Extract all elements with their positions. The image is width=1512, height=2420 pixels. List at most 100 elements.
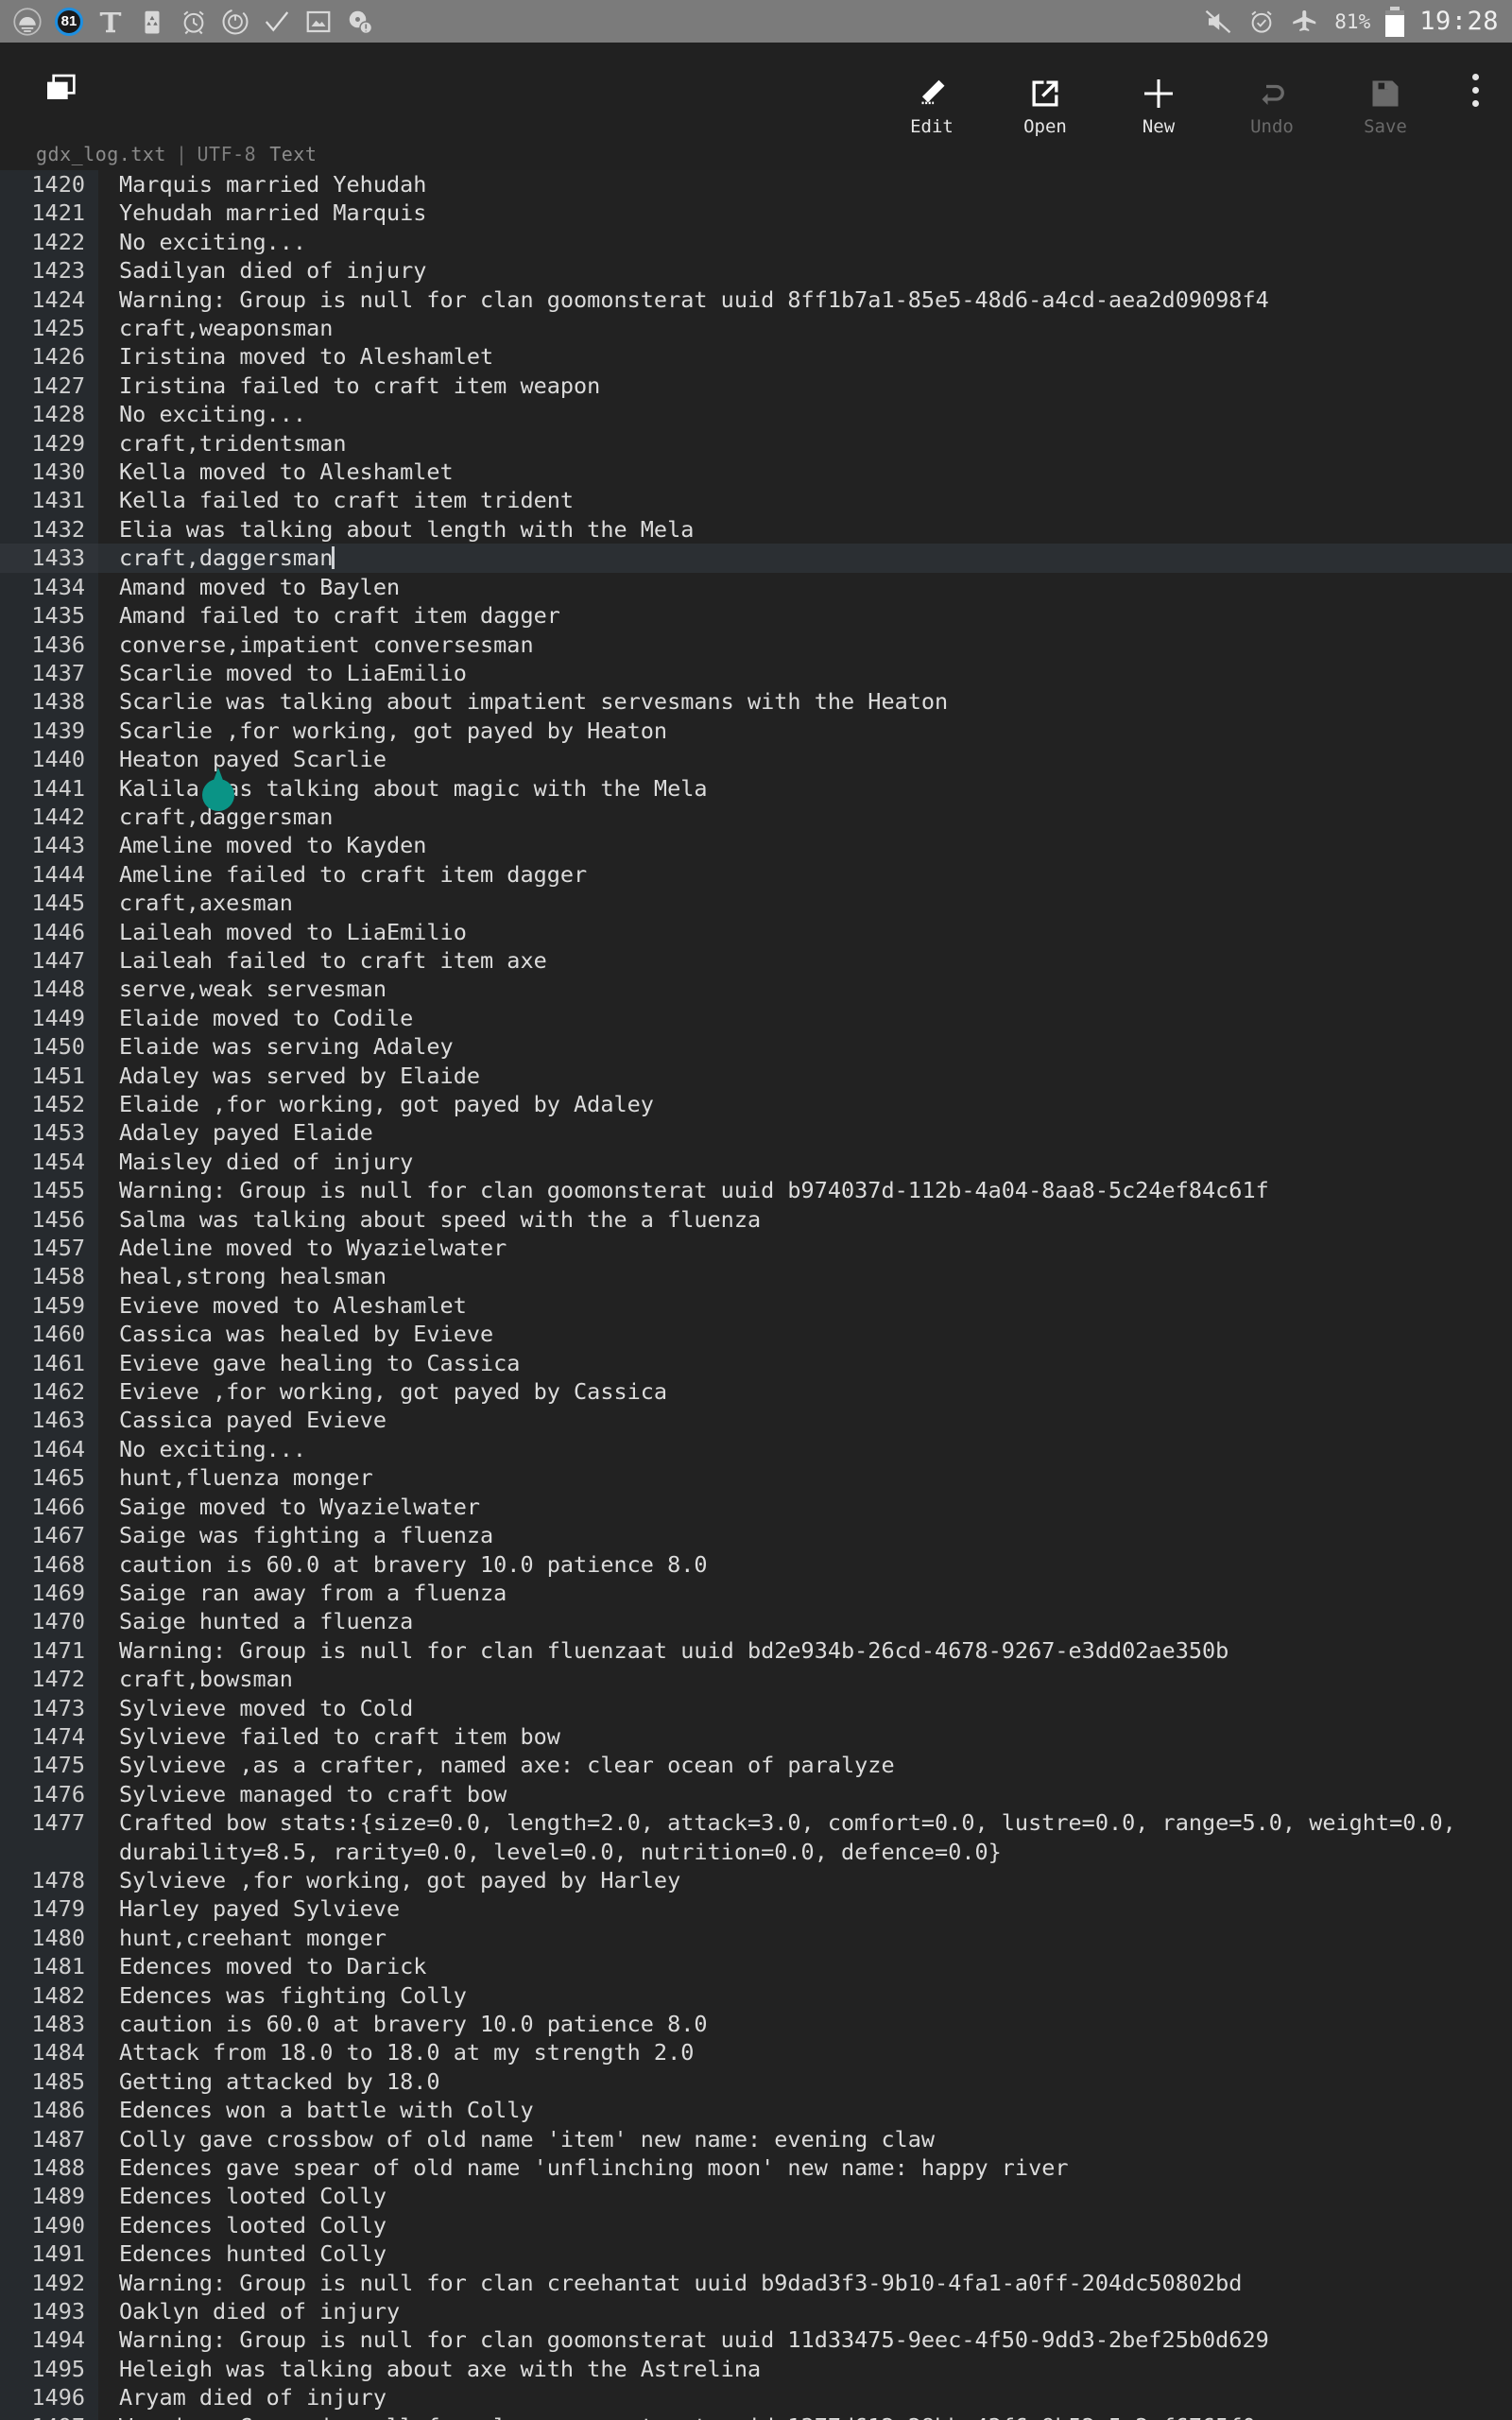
- edit-button[interactable]: Edit: [875, 69, 988, 137]
- editor-line-row[interactable]: 1475 Sylvieve ,as a crafter, named axe: c…: [0, 1751, 1512, 1780]
- line-text[interactable]: Iristina moved to Aleshamlet: [98, 342, 1512, 371]
- editor-line-row[interactable]: 1422 No exciting...: [0, 227, 1512, 257]
- line-text[interactable]: No exciting...: [98, 1435, 1512, 1463]
- line-text[interactable]: craft,daggersman: [98, 544, 1512, 573]
- line-text[interactable]: Iristina failed to craft item weapon: [98, 372, 1512, 400]
- line-text[interactable]: Sylvieve ,as a crafter, named axe: clear…: [98, 1751, 1512, 1779]
- line-text[interactable]: Amand moved to Baylen: [98, 573, 1512, 601]
- editor-line-row[interactable]: 1426 Iristina moved to Aleshamlet: [0, 342, 1512, 372]
- line-text[interactable]: Warning: Group is null for clan fluenzaa…: [98, 1636, 1512, 1665]
- line-text[interactable]: Warning: Group is null for clan goomonst…: [98, 2325, 1512, 2354]
- line-text[interactable]: Saige was fighting a fluenza: [98, 1521, 1512, 1549]
- editor-line-row[interactable]: 1471 Warning: Group is null for clan flue…: [0, 1635, 1512, 1666]
- editor-line-row[interactable]: 1454 Maisley died of injury: [0, 1147, 1512, 1177]
- editor-line-row[interactable]: 1451 Adaley was served by Elaide: [0, 1061, 1512, 1090]
- line-text[interactable]: craft,tridentsman: [98, 429, 1512, 458]
- line-text[interactable]: Ameline failed to craft item dagger: [98, 860, 1512, 889]
- line-text[interactable]: caution is 60.0 at bravery 10.0 patience…: [98, 1550, 1512, 1579]
- editor-line-row[interactable]: 1421 Yehudah married Marquis: [0, 199, 1512, 228]
- line-text[interactable]: Scarlie moved to LiaEmilio: [98, 659, 1512, 687]
- editor-line-row[interactable]: 1449 Elaide moved to Codile: [0, 1003, 1512, 1033]
- line-text[interactable]: Colly gave crossbow of old name 'item' n…: [98, 2125, 1512, 2153]
- editor-line-row[interactable]: 1477 Crafted bow stats:{size=0.0, length=…: [0, 1808, 1512, 1866]
- line-text[interactable]: Crafted bow stats:{size=0.0, length=2.0,…: [98, 1808, 1512, 1866]
- editor-line-row[interactable]: 1465 hunt,fluenza monger: [0, 1463, 1512, 1493]
- line-text[interactable]: Edences gave spear of old name 'unflinch…: [98, 2153, 1512, 2182]
- line-text[interactable]: Edences looted Colly: [98, 2182, 1512, 2210]
- line-text[interactable]: Cassica was healed by Evieve: [98, 1320, 1512, 1348]
- line-text[interactable]: caution is 60.0 at bravery 10.0 patience…: [98, 2010, 1512, 2038]
- editor-line-row[interactable]: 1428 No exciting...: [0, 400, 1512, 429]
- editor-line-row[interactable]: 1469 Saige ran away from a fluenza: [0, 1578, 1512, 1608]
- editor-line-row[interactable]: 1463 Cassica payed Evieve: [0, 1406, 1512, 1435]
- editor-line-row[interactable]: 1467 Saige was fighting a fluenza: [0, 1521, 1512, 1550]
- editor-line-row[interactable]: 1447 Laileah failed to craft item axe: [0, 945, 1512, 976]
- editor-line-row[interactable]: 1433 craft,daggersman: [0, 544, 1512, 573]
- more-vertical-icon[interactable]: [1442, 43, 1508, 137]
- editor-line-row[interactable]: 1431 Kella failed to craft item trident: [0, 486, 1512, 515]
- editor-line-row[interactable]: 1425 craft,weaponsman: [0, 314, 1512, 343]
- line-text[interactable]: Laileah moved to LiaEmilio: [98, 918, 1512, 946]
- line-text[interactable]: hunt,creehant monger: [98, 1924, 1512, 1952]
- line-text[interactable]: Yehudah married Marquis: [98, 199, 1512, 227]
- editor-line-row[interactable]: 1455 Warning: Group is null for clan goom…: [0, 1176, 1512, 1205]
- editor-line-row[interactable]: 1423 Sadilyan died of injury: [0, 256, 1512, 285]
- editor-line-row[interactable]: 1485 Getting attacked by 18.0: [0, 2066, 1512, 2097]
- editor-line-row[interactable]: 1495 Heleigh was talking about axe with t…: [0, 2354, 1512, 2384]
- line-text[interactable]: Getting attacked by 18.0: [98, 2067, 1512, 2096]
- line-text[interactable]: craft,axesman: [98, 889, 1512, 917]
- editor-line-row[interactable]: 1424 Warning: Group is null for clan goom…: [0, 285, 1512, 315]
- undo-button[interactable]: Undo: [1215, 69, 1329, 137]
- line-text[interactable]: craft,bowsman: [98, 1665, 1512, 1693]
- editor-line-row[interactable]: 1436 converse,impatient conversesman: [0, 630, 1512, 659]
- editor-line-row[interactable]: 1429 craft,tridentsman: [0, 428, 1512, 458]
- line-text[interactable]: craft,daggersman: [98, 803, 1512, 831]
- line-text[interactable]: Marquis married Yehudah: [98, 170, 1512, 199]
- editor-line-row[interactable]: 1496 Aryam died of injury: [0, 2383, 1512, 2412]
- editor-line-row[interactable]: 1435 Amand failed to craft item dagger: [0, 601, 1512, 631]
- line-text[interactable]: Oaklyn died of injury: [98, 2297, 1512, 2325]
- editor-line-row[interactable]: 1420 Marquis married Yehudah: [0, 170, 1512, 199]
- editor-line-row[interactable]: 1448 serve,weak servesman: [0, 975, 1512, 1004]
- editor-line-row[interactable]: 1458 heal,strong healsman: [0, 1262, 1512, 1291]
- editor-line-row[interactable]: 1494 Warning: Group is null for clan goom…: [0, 2325, 1512, 2355]
- new-button[interactable]: New: [1102, 69, 1215, 137]
- line-text[interactable]: Edences was fighting Colly: [98, 1981, 1512, 2010]
- editor-line-row[interactable]: 1487 Colly gave crossbow of old name 'ite…: [0, 2124, 1512, 2154]
- editor-line-row[interactable]: 1497Warning: Group is null for clan goom…: [0, 2411, 1512, 2420]
- editor-line-row[interactable]: 1481 Edences moved to Darick: [0, 1952, 1512, 1981]
- line-text[interactable]: Warning: Group is null for clan goomonst…: [98, 285, 1512, 314]
- editor-line-row[interactable]: 1427 Iristina failed to craft item weapon: [0, 371, 1512, 401]
- editor-line-row[interactable]: 1430 Kella moved to Aleshamlet: [0, 458, 1512, 487]
- line-text[interactable]: Harley payed Sylvieve: [98, 1894, 1512, 1923]
- editor-line-row[interactable]: 1445 craft,axesman: [0, 889, 1512, 918]
- documents-button[interactable]: [0, 71, 80, 109]
- line-text[interactable]: Saige ran away from a fluenza: [98, 1579, 1512, 1607]
- line-text[interactable]: Edences moved to Darick: [98, 1952, 1512, 1980]
- line-text[interactable]: serve,weak servesman: [98, 975, 1512, 1003]
- line-text[interactable]: Elia was talking about length with the M…: [98, 515, 1512, 544]
- line-text[interactable]: Scarlie ,for working, got payed by Heato…: [98, 717, 1512, 745]
- editor-line-row[interactable]: 1484 Attack from 18.0 to 18.0 at my stren…: [0, 2038, 1512, 2067]
- editor-line-row[interactable]: 1472 craft,bowsman: [0, 1665, 1512, 1694]
- line-text[interactable]: Adaley was served by Elaide: [98, 1062, 1512, 1090]
- editor-line-row[interactable]: 1483 caution is 60.0 at bravery 10.0 pati…: [0, 2010, 1512, 2039]
- editor-line-row[interactable]: 1490 Edences looted Colly: [0, 2210, 1512, 2240]
- line-text[interactable]: Warning: Group is null for clan goomonst…: [98, 2412, 1512, 2420]
- line-text[interactable]: Sadilyan died of injury: [98, 256, 1512, 285]
- editor-line-row[interactable]: 1480 hunt,creehant monger: [0, 1923, 1512, 1953]
- line-text[interactable]: converse,impatient conversesman: [98, 631, 1512, 659]
- line-text[interactable]: Kalila was talking about magic with the …: [98, 774, 1512, 803]
- editor-line-row[interactable]: 1491 Edences hunted Colly: [0, 2239, 1512, 2269]
- line-text[interactable]: Sylvieve failed to craft item bow: [98, 1722, 1512, 1751]
- line-text[interactable]: Elaide ,for working, got payed by Adaley: [98, 1090, 1512, 1118]
- editor-line-row[interactable]: 1482 Edences was fighting Colly: [0, 1980, 1512, 2010]
- editor-line-row[interactable]: 1489 Edences looted Colly: [0, 2182, 1512, 2211]
- line-text[interactable]: No exciting...: [98, 400, 1512, 428]
- editor-line-row[interactable]: 1452 Elaide ,for working, got payed by Ad…: [0, 1090, 1512, 1119]
- line-text[interactable]: Amand failed to craft item dagger: [98, 601, 1512, 630]
- line-text[interactable]: Attack from 18.0 to 18.0 at my strength …: [98, 2038, 1512, 2066]
- line-text[interactable]: Adeline moved to Wyazielwater: [98, 1234, 1512, 1262]
- editor-line-row[interactable]: 1438 Scarlie was talking about impatient …: [0, 687, 1512, 717]
- line-text[interactable]: Edences looted Colly: [98, 2211, 1512, 2239]
